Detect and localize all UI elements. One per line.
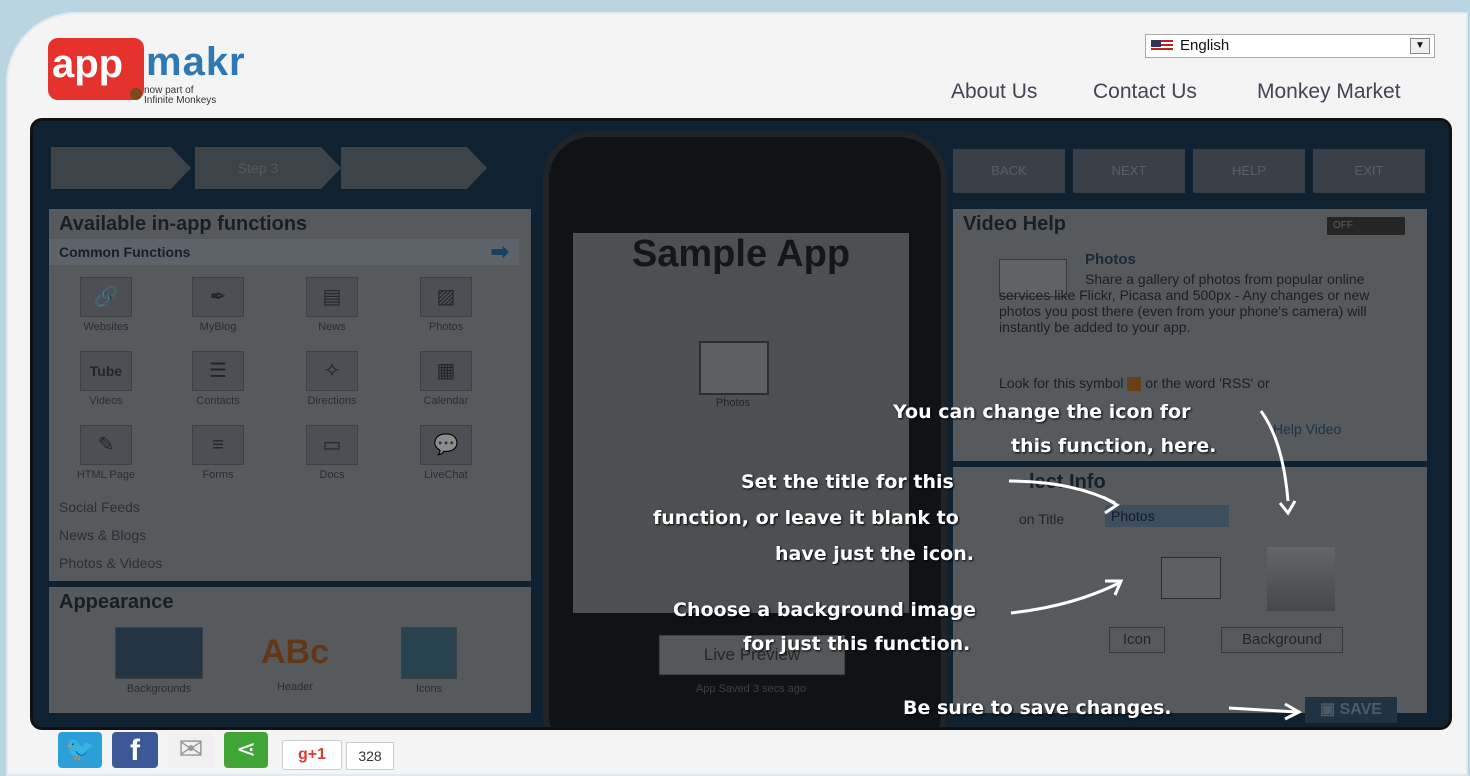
note-icon-line1: You can change the icon for bbox=[893, 401, 1191, 423]
nav-contact-us[interactable]: Contact Us bbox=[1093, 80, 1197, 104]
note-title-line3: have just the icon. bbox=[775, 543, 974, 565]
monkey-icon bbox=[130, 88, 142, 100]
logo-subtitle: now part of Infinite Monkeys bbox=[144, 86, 216, 106]
note-save: Be sure to save changes. bbox=[903, 697, 1172, 719]
arrow-head bbox=[1102, 495, 1120, 515]
share-count: 328 bbox=[346, 742, 394, 770]
arrow-background bbox=[1010, 581, 1120, 615]
arrow-title bbox=[1008, 479, 1116, 505]
note-bg-line2: for just this function. bbox=[743, 633, 971, 655]
nav-about-us[interactable]: About Us bbox=[951, 80, 1037, 104]
language-value: English bbox=[1180, 37, 1230, 54]
email-share-icon[interactable]: ✉ bbox=[168, 732, 214, 768]
chevron-down-icon[interactable]: ▼ bbox=[1410, 38, 1430, 54]
facebook-share-icon[interactable]: f bbox=[112, 732, 158, 768]
twitter-share-icon[interactable]: 🐦 bbox=[58, 732, 102, 768]
note-title-line2: function, or leave it blank to bbox=[653, 507, 959, 529]
note-bg-line1: Choose a background image bbox=[673, 599, 977, 621]
google-plus-button[interactable]: g+1 bbox=[282, 740, 342, 770]
language-select[interactable]: English ▼ bbox=[1145, 34, 1435, 58]
app-builder: Step 3 BACK NEXT HELP EXIT Available in-… bbox=[30, 118, 1452, 730]
arrow-icon-change bbox=[1259, 410, 1290, 502]
arrow-save bbox=[1228, 706, 1298, 714]
nav-monkey-market[interactable]: Monkey Market bbox=[1257, 80, 1401, 104]
logo-makr[interactable]: makr bbox=[146, 40, 246, 85]
note-icon-line2: this function, here. bbox=[1011, 435, 1217, 457]
arrow-head bbox=[1278, 500, 1297, 516]
annotation-arrows bbox=[1008, 410, 1303, 721]
note-title-line1: Set the title for this bbox=[741, 471, 954, 493]
page-frame: app makr now part of Infinite Monkeys En… bbox=[6, 12, 1468, 776]
us-flag-icon bbox=[1151, 40, 1173, 52]
share-icon[interactable]: ⋖ bbox=[224, 732, 268, 768]
logo-sub-line2: Infinite Monkeys bbox=[144, 95, 217, 106]
